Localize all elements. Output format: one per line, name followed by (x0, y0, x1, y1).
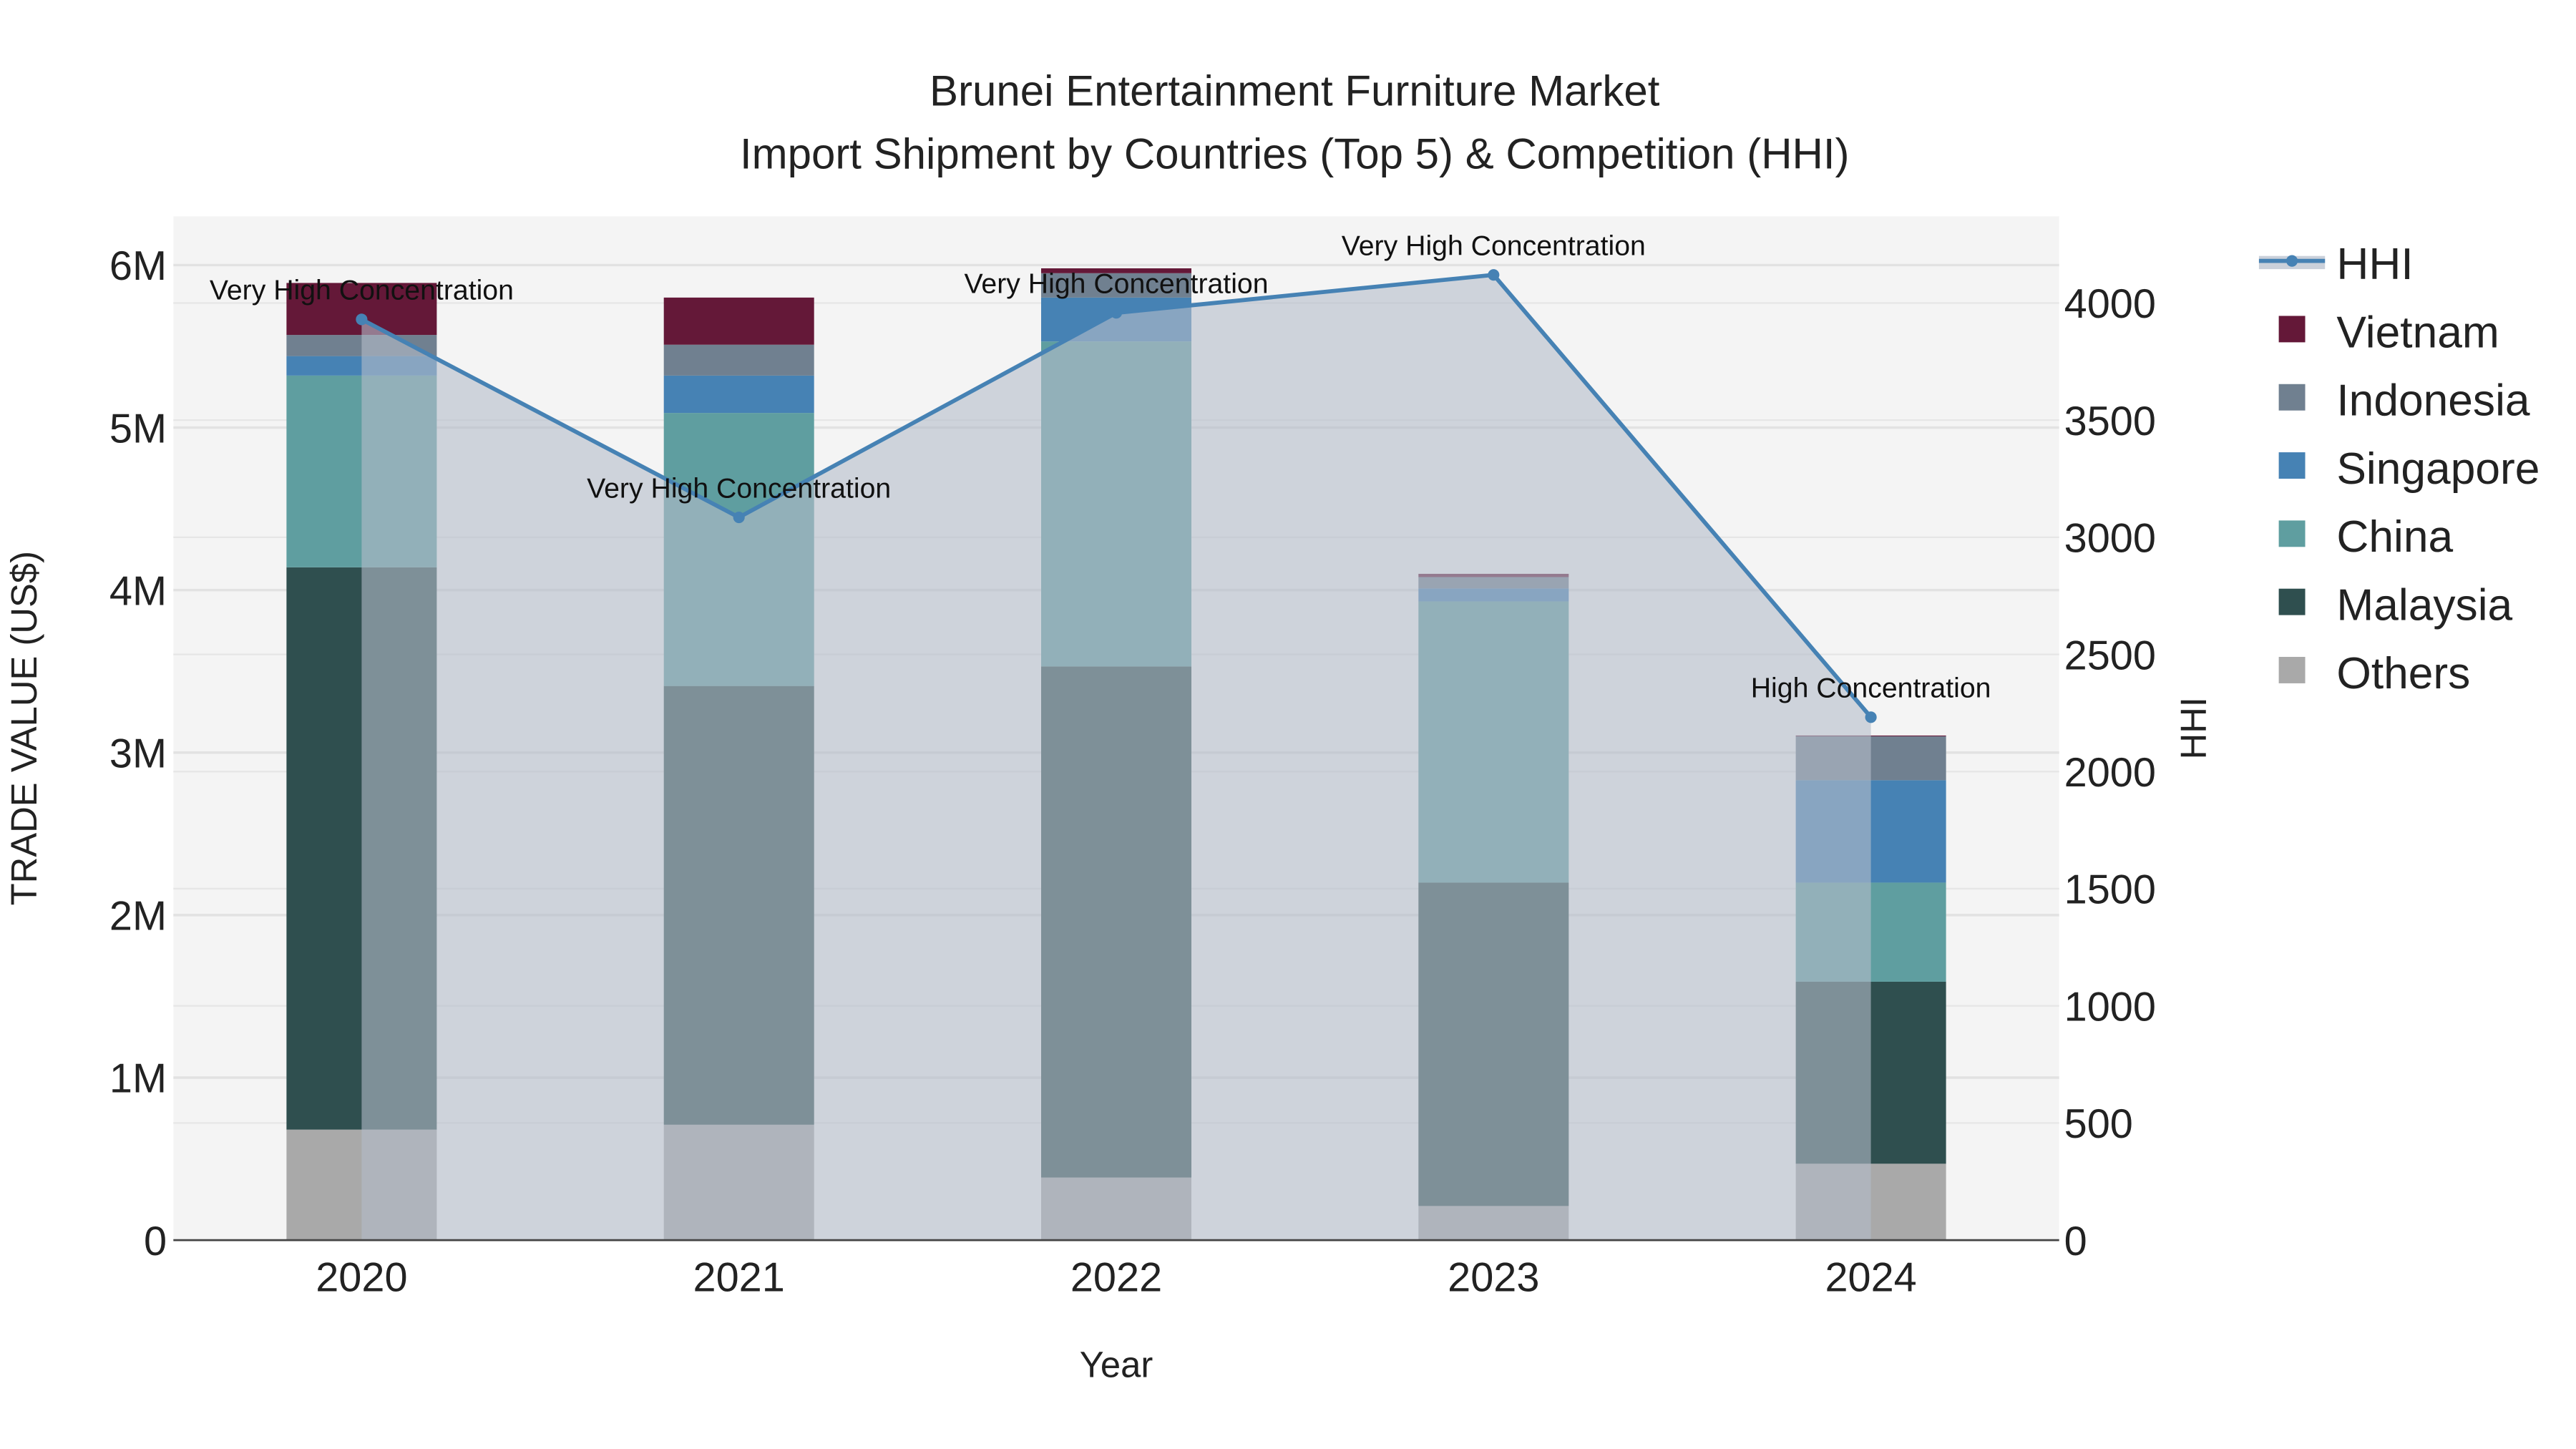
x-tick-label: 2021 (693, 1255, 785, 1301)
legend-label: HHI (2336, 240, 2413, 289)
y-tick-label: 4M (109, 568, 167, 614)
y2-tick-label: 2500 (2064, 633, 2156, 678)
y-tick-label: 1M (109, 1056, 167, 1102)
y2-tick-label: 2000 (2064, 750, 2156, 796)
legend-item-china[interactable]: China (2278, 512, 2454, 562)
hhi-point-2021[interactable] (733, 511, 745, 524)
y2-tick-label: 3000 (2064, 516, 2156, 562)
y-axis-label: TRADE VALUE (US$) (4, 551, 44, 905)
x-tick-label: 2020 (316, 1255, 407, 1301)
y-tick-label: 2M (109, 894, 167, 940)
legend-label: China (2336, 512, 2453, 562)
legend-swatch-icon (2278, 520, 2306, 547)
hhi-point-2020[interactable] (356, 313, 368, 326)
chart-subtitle: Import Shipment by Countries (Top 5) & C… (740, 130, 1850, 177)
hhi-annotation: High Concentration (1751, 673, 1991, 704)
bar-indonesia-2021[interactable] (663, 344, 814, 376)
hhi-point-2023[interactable] (1488, 269, 1500, 281)
y-tick-label: 3M (109, 731, 167, 777)
legend-label: Malaysia (2336, 581, 2512, 630)
legend-label: Singapore (2336, 444, 2540, 494)
legend-item-singapore[interactable]: Singapore (2278, 444, 2540, 494)
legend-swatch-icon (2278, 316, 2306, 343)
y-tick-label: 6M (109, 243, 167, 289)
y2-axis-label: HHI (2173, 697, 2214, 759)
legend-item-hhi[interactable]: HHI (2258, 240, 2414, 289)
legend: HHI Vietnam Indonesia Singapore China Malaysi… (2258, 240, 2540, 698)
legend-label: Vietnam (2336, 308, 2499, 357)
y2-tick-label: 3500 (2064, 399, 2156, 444)
y2-tick-label: 0 (2064, 1219, 2087, 1264)
y2-tick-label: 1500 (2064, 867, 2156, 913)
y2-tick-label: 500 (2064, 1101, 2133, 1147)
hhi-point-2022[interactable] (1110, 307, 1123, 319)
legend-item-malaysia[interactable]: Malaysia (2278, 581, 2513, 630)
hhi-annotation: Very High Concentration (964, 268, 1268, 300)
legend-hhi-marker-icon (2286, 255, 2298, 267)
legend-swatch-icon (2278, 588, 2306, 615)
y-tick-label: 5M (109, 406, 167, 452)
bar-vietnam-2021[interactable] (663, 297, 814, 345)
hhi-point-2024[interactable] (1865, 711, 1877, 723)
y2-tick-label: 4000 (2064, 281, 2156, 327)
x-tick-label: 2023 (1448, 1255, 1539, 1301)
legend-item-vietnam[interactable]: Vietnam (2278, 308, 2499, 357)
hhi-annotation: Very High Concentration (1342, 230, 1646, 261)
hhi-annotation: Very High Concentration (587, 472, 891, 504)
x-tick-label: 2024 (1825, 1255, 1916, 1301)
chart-title: Brunei Entertainment Furniture Market (930, 67, 1660, 115)
legend-label: Indonesia (2336, 376, 2530, 426)
y2-tick-label: 1000 (2064, 984, 2156, 1030)
bar-singapore-2021[interactable] (663, 375, 814, 414)
legend-swatch-icon (2278, 384, 2306, 411)
legend-swatch-icon (2278, 657, 2306, 683)
y-tick-label: 0 (144, 1219, 167, 1264)
legend-swatch-icon (2278, 452, 2306, 479)
legend-item-others[interactable]: Others (2278, 649, 2471, 698)
legend-label: Others (2336, 649, 2470, 698)
hhi-annotation: Very High Concentration (210, 275, 514, 306)
legend-item-indonesia[interactable]: Indonesia (2278, 376, 2530, 426)
x-axis-label: Year (1080, 1345, 1153, 1385)
chart: Brunei Entertainment Furniture Market Im… (4, 67, 2540, 1385)
x-tick-label: 2022 (1070, 1255, 1162, 1301)
